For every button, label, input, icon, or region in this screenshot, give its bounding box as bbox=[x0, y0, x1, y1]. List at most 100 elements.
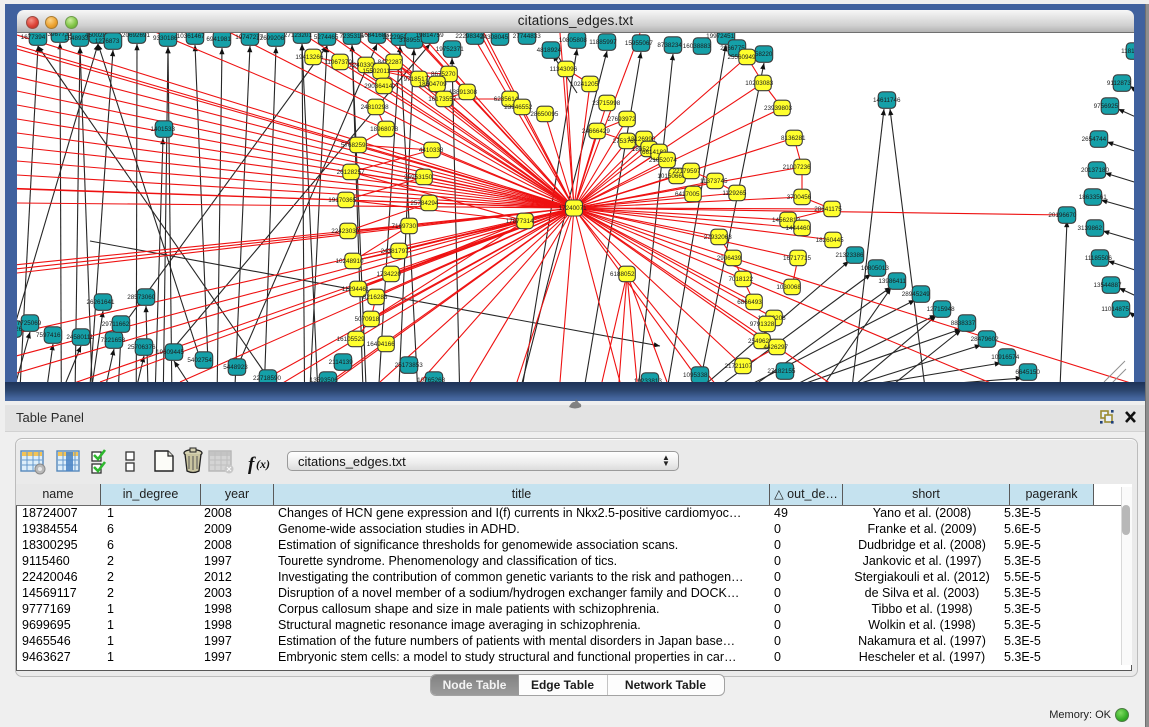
svg-text:6645150: 6645150 bbox=[1015, 369, 1040, 376]
svg-text:24580111: 24580111 bbox=[66, 334, 94, 341]
svg-text:12715948: 12715948 bbox=[927, 306, 956, 313]
svg-text:11014875: 11014875 bbox=[1101, 306, 1129, 313]
svg-text:7169730: 7169730 bbox=[391, 223, 416, 230]
svg-text:20692691: 20692691 bbox=[122, 33, 151, 39]
svg-text:12699206: 12699206 bbox=[256, 35, 285, 42]
svg-text:25784294: 25784294 bbox=[410, 200, 439, 207]
svg-text:7725069: 7725069 bbox=[17, 320, 42, 327]
svg-text:16173557: 16173557 bbox=[428, 96, 457, 103]
svg-text:6188052: 6188052 bbox=[610, 271, 635, 278]
svg-text:19752371: 19752371 bbox=[436, 46, 465, 53]
svg-text:6866493: 6866493 bbox=[737, 299, 762, 306]
svg-text:1677394: 1677394 bbox=[21, 34, 46, 41]
svg-text:18968078: 18968078 bbox=[370, 126, 399, 133]
svg-text:29036414: 29036414 bbox=[364, 83, 393, 90]
svg-text:1181139: 1181139 bbox=[1121, 48, 1134, 55]
svg-text:3139862: 3139862 bbox=[1077, 225, 1102, 232]
svg-text:1030068: 1030068 bbox=[776, 284, 801, 291]
svg-text:27744833: 27744833 bbox=[513, 33, 542, 40]
svg-text:2654744: 2654744 bbox=[1082, 136, 1107, 143]
svg-text:6941981: 6941981 bbox=[206, 36, 231, 43]
svg-text:10203083: 10203083 bbox=[745, 80, 774, 87]
svg-text:25560949: 25560949 bbox=[727, 54, 756, 61]
svg-text:9112873: 9112873 bbox=[1107, 80, 1132, 87]
svg-text:25706376: 25706376 bbox=[127, 344, 156, 351]
svg-text:1129265: 1129265 bbox=[722, 190, 747, 197]
svg-text:22718590: 22718590 bbox=[253, 375, 282, 382]
svg-text:11067370: 11067370 bbox=[324, 59, 352, 66]
svg-text:21007236: 21007236 bbox=[783, 164, 812, 171]
svg-text:4818924: 4818924 bbox=[537, 47, 562, 54]
svg-text:11343096: 11343096 bbox=[550, 66, 578, 73]
svg-text:17877314: 17877314 bbox=[506, 218, 535, 225]
svg-text:11294461: 11294461 bbox=[342, 286, 370, 293]
svg-text:5274465: 5274465 bbox=[314, 34, 339, 41]
svg-text:11885997: 11885997 bbox=[589, 39, 617, 46]
svg-text:5768259: 5768259 bbox=[341, 142, 366, 149]
svg-text:17240071: 17240071 bbox=[559, 205, 588, 212]
svg-text:26261641: 26261641 bbox=[86, 299, 115, 306]
svg-text:4426297: 4426297 bbox=[763, 344, 788, 351]
svg-text:15955067: 15955067 bbox=[625, 40, 654, 47]
svg-text:1444460: 1444460 bbox=[786, 225, 811, 232]
svg-text:18260445: 18260445 bbox=[816, 237, 845, 244]
svg-text:1734220: 1734220 bbox=[376, 271, 401, 278]
svg-text:16038883: 16038883 bbox=[683, 43, 712, 50]
svg-text:8136281: 8136281 bbox=[781, 135, 806, 142]
svg-text:10916574: 10916574 bbox=[991, 354, 1020, 361]
svg-text:20137180: 20137180 bbox=[1081, 167, 1110, 174]
svg-text:25173853: 25173853 bbox=[395, 362, 424, 369]
svg-text:18504709: 18504709 bbox=[419, 81, 448, 88]
svg-text:16494166: 16494166 bbox=[367, 341, 396, 348]
svg-text:27693972: 27693972 bbox=[608, 116, 637, 123]
svg-text:9330186: 9330186 bbox=[153, 35, 178, 42]
svg-text:28479602: 28479602 bbox=[971, 336, 1000, 343]
svg-text:22179597: 22179597 bbox=[673, 168, 702, 175]
svg-text:26953150: 26953150 bbox=[404, 174, 433, 181]
svg-text:28641175: 28641175 bbox=[814, 206, 842, 213]
svg-text:28945249: 28945249 bbox=[902, 291, 931, 298]
svg-text:19972451: 19972451 bbox=[706, 33, 735, 40]
svg-text:23715998: 23715998 bbox=[592, 100, 621, 107]
svg-text:22423030: 22423030 bbox=[331, 228, 360, 235]
svg-text:10805013: 10805013 bbox=[861, 265, 890, 272]
svg-text:8738234: 8738234 bbox=[657, 42, 682, 49]
svg-text:24810298: 24810298 bbox=[361, 104, 390, 111]
svg-text:21721107: 21721107 bbox=[725, 363, 753, 370]
svg-text:2906439: 2906439 bbox=[717, 255, 742, 262]
svg-text:5402754: 5402754 bbox=[187, 357, 212, 364]
svg-text:21323386: 21323386 bbox=[835, 252, 864, 259]
svg-text:5448923: 5448923 bbox=[223, 364, 248, 371]
svg-text:10248910: 10248910 bbox=[335, 258, 364, 265]
svg-text:21052074: 21052074 bbox=[649, 157, 678, 164]
svg-text:13593506: 13593506 bbox=[310, 377, 339, 382]
svg-text:18633561: 18633561 bbox=[1079, 194, 1108, 201]
svg-text:27123201: 27123201 bbox=[284, 33, 313, 39]
svg-text:2114139: 2114139 bbox=[329, 359, 354, 366]
svg-text:9756925: 9756925 bbox=[1094, 103, 1119, 110]
svg-text:15502011: 15502011 bbox=[362, 68, 390, 75]
svg-text:27182155: 27182155 bbox=[767, 368, 796, 375]
svg-text:24308045: 24308045 bbox=[480, 34, 509, 41]
svg-text:5070918: 5070918 bbox=[355, 316, 380, 323]
svg-text:10241205: 10241205 bbox=[570, 81, 599, 88]
svg-text:(x): (x) bbox=[256, 457, 270, 471]
svg-text:19609445: 19609445 bbox=[156, 349, 185, 356]
svg-text:20196670: 20196670 bbox=[1048, 212, 1077, 219]
svg-text:19233813: 19233813 bbox=[634, 378, 663, 382]
svg-text:1095338: 1095338 bbox=[683, 372, 708, 379]
svg-text:19170365: 19170365 bbox=[328, 197, 357, 204]
svg-text:13986411: 13986411 bbox=[878, 278, 906, 285]
svg-text:23939803: 23939803 bbox=[764, 105, 793, 112]
svg-text:7597416: 7597416 bbox=[36, 332, 61, 339]
svg-text:1401533: 1401533 bbox=[151, 126, 176, 133]
svg-text:8838337: 8838337 bbox=[951, 320, 976, 327]
svg-text:10361467: 10361467 bbox=[177, 33, 206, 40]
svg-text:4410338: 4410338 bbox=[419, 147, 444, 154]
svg-text:13891308: 13891308 bbox=[449, 89, 478, 96]
svg-text:1276873: 1276873 bbox=[95, 38, 120, 45]
svg-text:8216283: 8216283 bbox=[363, 294, 388, 301]
svg-text:11185506: 11185506 bbox=[1085, 255, 1113, 262]
svg-text:f: f bbox=[248, 454, 256, 475]
svg-text:19814759: 19814759 bbox=[416, 33, 445, 39]
